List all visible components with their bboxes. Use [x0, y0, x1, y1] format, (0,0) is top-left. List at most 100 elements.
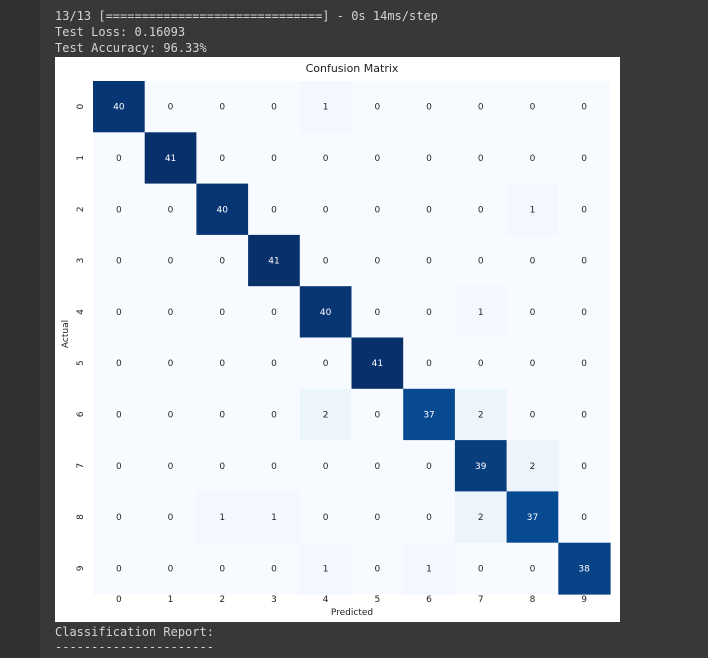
cell-value-label: 0 [168, 513, 174, 523]
cell-value-label: 0 [530, 564, 536, 574]
cell-value-label: 0 [374, 564, 380, 574]
cell-value-label: 2 [323, 410, 329, 420]
cell-value-label: 0 [323, 513, 329, 523]
cell-value-label: 0 [426, 205, 432, 215]
cell-value-label: 0 [581, 154, 587, 164]
cell-value-label: 0 [530, 103, 536, 113]
cell-value-label: 0 [426, 308, 432, 318]
x-tick-label: 9 [581, 595, 587, 605]
cell-value-label: 0 [374, 103, 380, 113]
cell-value-label: 0 [271, 564, 277, 574]
cell-value-label: 0 [116, 462, 122, 472]
cell-value-label: 1 [219, 513, 225, 523]
cell-value-label: 0 [530, 308, 536, 318]
cell-value-label: 0 [323, 462, 329, 472]
cell-value-label: 2 [478, 410, 484, 420]
chart-title: Confusion Matrix [306, 62, 399, 75]
cell-value-label: 0 [168, 205, 174, 215]
cell-value-label: 0 [426, 257, 432, 267]
cell-value-label: 0 [530, 257, 536, 267]
cell-value-label: 0 [374, 513, 380, 523]
cell-value-label: 0 [271, 359, 277, 369]
cell-value-label: 40 [217, 205, 229, 215]
x-tick-labels: 0 1 2 3 4 5 6 7 8 9 [116, 595, 587, 605]
y-tick-label: 8 [76, 514, 86, 520]
cell-value-label: 0 [271, 154, 277, 164]
cell-value-label: 0 [530, 154, 536, 164]
y-tick-label: 4 [76, 309, 86, 315]
x-tick-label: 5 [374, 595, 380, 605]
y-tick-label: 7 [76, 463, 86, 469]
test-accuracy-line: Test Accuracy: 96.33% [55, 41, 207, 55]
cell-value-label: 0 [168, 103, 174, 113]
cell-value-label: 1 [323, 103, 329, 113]
x-tick-label: 6 [426, 595, 432, 605]
confusion-matrix-figure: Confusion Matrix 40 0 0 0 1 0 0 0 0 0 0 41 0 0 0 0 0 0 0 0 0… [55, 57, 620, 622]
cell-value-label: 0 [116, 513, 122, 523]
cell-value-label: 0 [271, 308, 277, 318]
cell-value-label: 0 [581, 462, 587, 472]
cell-value-label: 0 [426, 103, 432, 113]
y-tick-label: 9 [76, 565, 86, 571]
y-axis-label: Actual [61, 320, 71, 348]
cell-value-label: 0 [374, 308, 380, 318]
cell-value-label: 0 [478, 359, 484, 369]
cell-value-label: 0 [323, 154, 329, 164]
cell-value-label: 0 [581, 257, 587, 267]
cell-value-label: 0 [219, 257, 225, 267]
cell-value-label: 41 [268, 257, 279, 267]
cell-value-label: 1 [323, 564, 329, 574]
cell-value-label: 1 [478, 308, 484, 318]
cell-value-label: 40 [113, 103, 125, 113]
cell-value-label: 0 [116, 410, 122, 420]
cell-value-label: 0 [168, 462, 174, 472]
y-tick-label: 3 [76, 258, 86, 264]
cell-value-label: 0 [219, 359, 225, 369]
progress-output-line: 13/13 [==============================] -… [55, 9, 438, 23]
cell-value-label: 2 [478, 513, 484, 523]
cell-value-label: 0 [168, 308, 174, 318]
cell-value-label: 0 [426, 154, 432, 164]
cell-value-label: 0 [426, 359, 432, 369]
cell-value-label: 0 [581, 410, 587, 420]
cell-value-label: 0 [116, 257, 122, 267]
x-tick-label: 4 [323, 595, 329, 605]
y-tick-label: 5 [76, 360, 86, 366]
y-tick-label: 0 [76, 104, 86, 110]
confusion-matrix-chart: Confusion Matrix 40 0 0 0 1 0 0 0 0 00 41 0 0 0 0 0 0 0 00… [61, 62, 611, 618]
x-axis-label: Predicted [331, 608, 373, 618]
cell-value-label: 41 [165, 154, 176, 164]
cell-value-label: 0 [271, 462, 277, 472]
x-tick-label: 7 [478, 595, 484, 605]
cell-value-label: 37 [423, 410, 434, 420]
cell-value-label: 0 [219, 564, 225, 574]
y-tick-label: 1 [76, 155, 86, 161]
cell-value-label: 1 [271, 513, 277, 523]
cell-value-label: 0 [219, 103, 225, 113]
cell-value-label: 0 [116, 308, 122, 318]
cell-value-label: 0 [116, 564, 122, 574]
cell-value-label: 0 [478, 257, 484, 267]
cell-value-label: 0 [426, 513, 432, 523]
cell-value-label: 0 [478, 103, 484, 113]
cell-value-label: 37 [527, 513, 538, 523]
cell-value-label: 0 [323, 257, 329, 267]
test-loss-line: Test Loss: 0.16093 [55, 25, 186, 39]
cell-value-label: 0 [374, 257, 380, 267]
x-tick-label: 3 [271, 595, 277, 605]
cell-value-label: 0 [478, 205, 484, 215]
cell-value-label: 0 [219, 154, 225, 164]
cell-value-label: 0 [271, 205, 277, 215]
cell-value-label: 1 [530, 205, 536, 215]
cell-value-label: 0 [478, 154, 484, 164]
classification-report-title: Classification Report: [55, 625, 214, 639]
cell-value-label: 38 [578, 564, 590, 574]
x-tick-label: 0 [116, 595, 122, 605]
cell-value-label: 0 [530, 410, 536, 420]
cell-value-label: 0 [116, 359, 122, 369]
cell-value-label: 1 [426, 564, 432, 574]
cell-value-label: 0 [581, 308, 587, 318]
cell-value-label: 0 [168, 564, 174, 574]
cell-value-label: 0 [168, 257, 174, 267]
cell-value-label: 0 [374, 462, 380, 472]
